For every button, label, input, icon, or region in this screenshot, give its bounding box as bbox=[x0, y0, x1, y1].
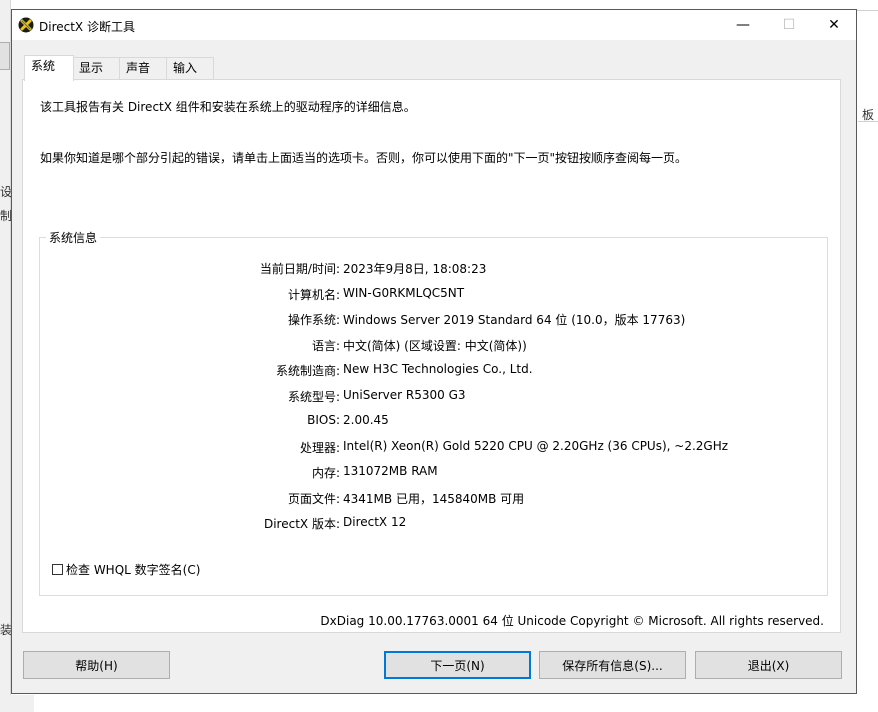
exit-button[interactable]: 退出(X) bbox=[695, 651, 842, 679]
info-label: 系统制造商: bbox=[275, 364, 340, 378]
tab-system[interactable]: 系统 bbox=[24, 55, 74, 81]
info-row-page-file: 页面文件: 4341MB 已用，145840MB 可用 bbox=[40, 490, 829, 508]
info-label: 计算机名: bbox=[287, 287, 340, 302]
window-title: DirectX 诊断工具 bbox=[39, 20, 135, 34]
info-row-language: 语言: 中文(简体) (区域设置: 中文(简体)) bbox=[40, 337, 829, 355]
info-label: DirectX 版本: bbox=[263, 517, 340, 531]
minimize-button[interactable]: — bbox=[720, 10, 766, 40]
directx-logo-icon bbox=[18, 17, 34, 33]
background-window-left bbox=[0, 0, 11, 712]
close-button[interactable]: ✕ bbox=[811, 10, 857, 40]
info-row-model: 系统型号: UniServer R5300 G3 bbox=[40, 388, 829, 406]
dxdiag-window: DirectX 诊断工具 — ☐ ✕ 系统 显示 声音 输入 该工具报告有关 D… bbox=[11, 9, 857, 694]
info-label: 系统型号: bbox=[287, 389, 340, 404]
info-label: 当前日期/时间: bbox=[259, 262, 340, 276]
info-label: BIOS: bbox=[307, 413, 340, 427]
whql-checkbox-label[interactable]: 检查 WHQL 数字签名(C) bbox=[66, 561, 200, 578]
info-value: 2023年9月8日, 18:08:23 bbox=[343, 262, 487, 276]
whql-checkbox[interactable] bbox=[52, 564, 63, 575]
tab-display[interactable]: 显示 bbox=[72, 57, 120, 79]
info-row-datetime: 当前日期/时间: 2023年9月8日, 18:08:23 bbox=[40, 260, 829, 278]
info-row-os: 操作系统: Windows Server 2019 Standard 64 位 … bbox=[40, 311, 829, 329]
save-all-info-button[interactable]: 保存所有信息(S)... bbox=[539, 651, 686, 679]
info-value: 4341MB 已用，145840MB 可用 bbox=[343, 491, 525, 506]
system-info-group-title: 系统信息 bbox=[46, 229, 101, 246]
info-value: 2.00.45 bbox=[343, 413, 389, 427]
background-window-bottom bbox=[10, 695, 34, 712]
info-value: DirectX 12 bbox=[343, 515, 407, 529]
info-label: 内存: bbox=[311, 466, 340, 480]
intro-text-line1: 该工具报告有关 DirectX 组件和安装在系统上的驱动程序的详细信息。 bbox=[40, 100, 416, 114]
tab-sound[interactable]: 声音 bbox=[119, 57, 167, 79]
background-divider bbox=[858, 121, 878, 122]
version-copyright-text: DxDiag 10.00.17763.0001 64 位 Unicode Cop… bbox=[320, 614, 824, 628]
maximize-button[interactable]: ☐ bbox=[766, 10, 812, 40]
tab-input[interactable]: 输入 bbox=[166, 57, 214, 79]
info-row-memory: 内存: 131072MB RAM bbox=[40, 464, 829, 482]
info-row-computer-name: 计算机名: WIN-G0RKMLQC5NT bbox=[40, 286, 829, 304]
system-info-group: 系统信息 当前日期/时间: 2023年9月8日, 18:08:23 计算机名: … bbox=[39, 229, 829, 596]
info-row-directx-version: DirectX 版本: DirectX 12 bbox=[40, 515, 829, 533]
title-bar[interactable]: DirectX 诊断工具 — ☐ ✕ bbox=[12, 10, 856, 40]
help-button[interactable]: 帮助(H) bbox=[23, 651, 170, 679]
info-row-bios: BIOS: 2.00.45 bbox=[40, 413, 829, 431]
info-label: 操作系统: bbox=[287, 313, 340, 327]
info-label: 处理器: bbox=[299, 440, 340, 455]
whql-check-option[interactable]: 检查 WHQL 数字签名(C) bbox=[52, 561, 200, 578]
info-row-processor: 处理器: Intel(R) Xeon(R) Gold 5220 CPU @ 2.… bbox=[40, 439, 829, 457]
info-value: WIN-G0RKMLQC5NT bbox=[343, 285, 465, 300]
intro-text-line2: 如果你知道是哪个部分引起的错误，请单击上面适当的选项卡。否则，你可以使用下面的"… bbox=[40, 151, 688, 165]
info-value: Windows Server 2019 Standard 64 位 (10.0，… bbox=[343, 313, 686, 327]
info-label: 语言: bbox=[311, 338, 340, 353]
next-page-button[interactable]: 下一页(N) bbox=[384, 651, 531, 679]
info-value: 131072MB RAM bbox=[343, 464, 438, 478]
info-row-manufacturer: 系统制造商: New H3C Technologies Co., Ltd. bbox=[40, 362, 829, 380]
info-value: UniServer R5300 G3 bbox=[343, 387, 466, 402]
background-window-control bbox=[0, 42, 10, 70]
info-label: 页面文件: bbox=[287, 491, 340, 506]
info-value: Intel(R) Xeon(R) Gold 5220 CPU @ 2.20GHz… bbox=[343, 438, 729, 453]
system-tab-panel: 该工具报告有关 DirectX 组件和安装在系统上的驱动程序的详细信息。 如果你… bbox=[22, 79, 841, 633]
info-value: New H3C Technologies Co., Ltd. bbox=[343, 362, 533, 376]
info-value: 中文(简体) (区域设置: 中文(简体)) bbox=[343, 338, 527, 353]
